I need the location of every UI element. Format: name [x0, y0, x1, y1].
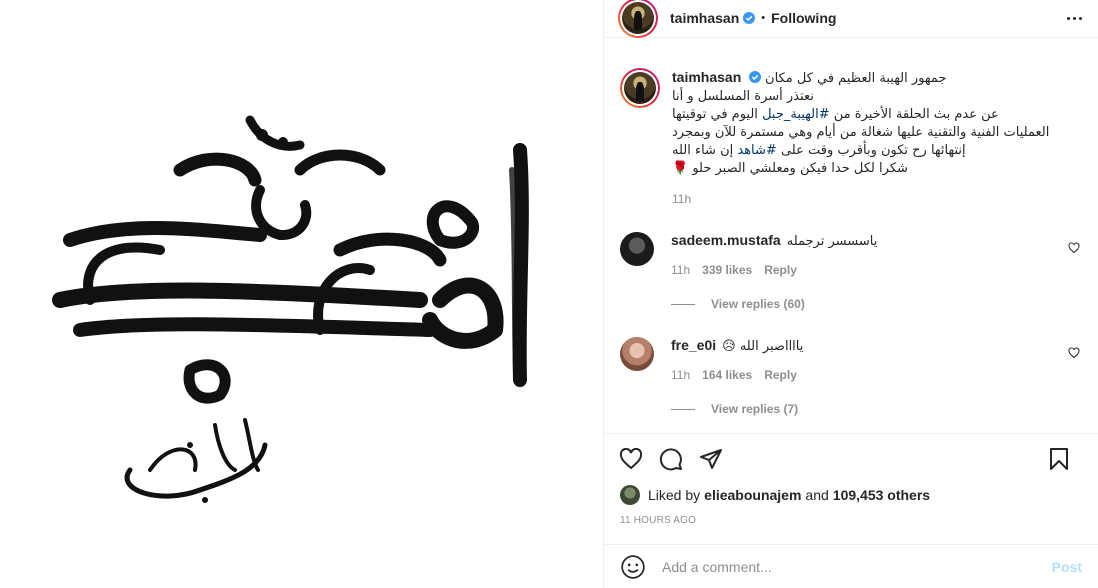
view-replies-button[interactable]: View replies (60) [671, 297, 1082, 311]
comment-text: يااااصبر الله 😥 [722, 339, 804, 354]
comment-bubble-icon[interactable] [658, 446, 684, 472]
view-replies-button[interactable]: View replies (7) [671, 402, 1082, 416]
comment-time[interactable]: 11h [671, 368, 690, 382]
author-username[interactable]: taimhasan [670, 10, 739, 26]
emoji-smiley-icon[interactable] [620, 554, 646, 580]
post-image[interactable] [0, 0, 603, 588]
hashtag-link[interactable]: #الهيبة_جبل [762, 107, 830, 122]
comment-like-heart-icon[interactable] [1068, 347, 1080, 359]
following-button[interactable]: Following [771, 10, 836, 26]
commenter-avatar[interactable] [620, 232, 654, 266]
comment-likes[interactable]: 339 likes [702, 263, 752, 277]
comment-text: ياسسسر ترجمله [786, 234, 878, 249]
post-side-panel: taimhasan • Following taimhasan جمهور ال… [603, 0, 1098, 588]
artwork-calligraphy [52, 115, 529, 503]
likes-others-link[interactable]: 109,453 others [833, 487, 930, 503]
comment-likes[interactable]: 164 likes [702, 368, 752, 382]
reply-button[interactable]: Reply [764, 263, 797, 277]
post-timestamp[interactable]: 11 HOURS AGO [604, 515, 1098, 526]
bookmark-icon[interactable] [1046, 446, 1072, 472]
caption-line-3: عن عدم بث الحلقة الأخيرة من #الهيبة_جبل … [672, 107, 999, 122]
caption-line-4: العمليات الفنية والتقنية عليها شغالة من … [672, 125, 1050, 140]
caption-time[interactable]: 11h [672, 192, 1082, 206]
liker-username[interactable]: elieabounajem [704, 487, 801, 503]
caption-line-1: جمهور الهيبة العظيم في كل مكان [765, 71, 947, 86]
caption-username[interactable]: taimhasan [672, 69, 741, 85]
instagram-post-view: taimhasan • Following taimhasan جمهور ال… [0, 0, 1098, 588]
comment-username[interactable]: sadeem.mustafa [671, 232, 781, 248]
reply-button[interactable]: Reply [764, 368, 797, 382]
likes-summary: Liked by elieabounajem and 109,453 other… [604, 483, 1098, 507]
comment-username[interactable]: fre_e0i [671, 337, 716, 353]
comment-time[interactable]: 11h [671, 263, 690, 277]
caption-line-5: إنتهائها رح تكون وبأقرب وقت على #شاهد إن… [672, 143, 966, 158]
verified-badge-icon [749, 71, 762, 83]
caption: taimhasan جمهور الهيبة العظيم في كل مكان… [620, 68, 1082, 206]
post-header: taimhasan • Following [604, 0, 1098, 38]
separator-dot: • [761, 11, 766, 24]
comment-like-heart-icon[interactable] [1068, 242, 1080, 254]
verified-badge-icon [743, 11, 756, 24]
post-comment-button[interactable]: Post [1052, 559, 1082, 575]
share-paper-plane-icon[interactable] [698, 446, 724, 472]
add-comment-bar: Add a comment... Post [604, 544, 1098, 588]
like-heart-icon[interactable] [618, 446, 644, 472]
caption-line-2: نعتذر أسرة المسلسل و أنا [672, 89, 814, 104]
hashtag-link[interactable]: #شاهد [737, 143, 776, 158]
more-options-icon[interactable] [1064, 10, 1084, 26]
author-avatar[interactable] [618, 0, 658, 38]
post-actions-bar [604, 433, 1098, 483]
commenter-avatar[interactable] [620, 337, 654, 371]
comment-item: fre_e0i يااااصبر الله 😥 11h 164 likes Re… [620, 337, 1082, 416]
comments-area[interactable]: taimhasan جمهور الهيبة العظيم في كل مكان… [604, 38, 1098, 433]
comment-item: sadeem.mustafa ياسسسر ترجمله 11h 339 lik… [620, 232, 1082, 311]
add-comment-input[interactable]: Add a comment... [662, 559, 1052, 575]
liker-avatar[interactable] [620, 485, 640, 505]
caption-line-6: شكرا لكل حدا فيكن ومعلشي الصبر حلو 🌹 [672, 161, 908, 176]
caption-avatar[interactable] [620, 68, 660, 108]
